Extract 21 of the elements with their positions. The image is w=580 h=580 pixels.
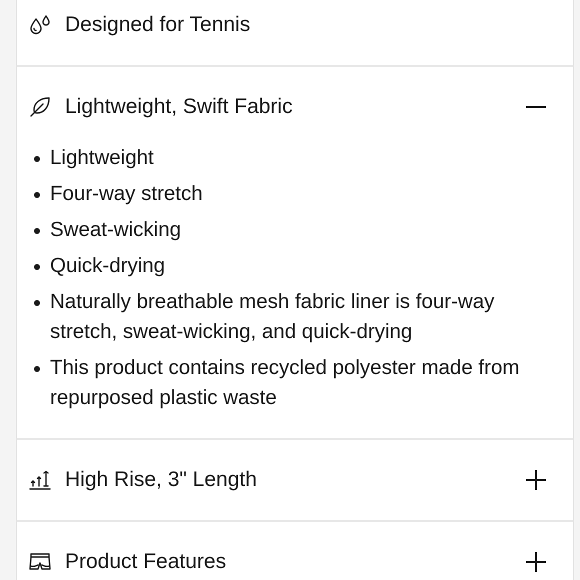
list-item: Four-way stretch: [50, 181, 203, 207]
bullet-icon: [34, 264, 40, 270]
list-item: Lightweight: [50, 145, 154, 171]
list-item: This product contains recycled polyester made from repurposed plastic waste: [50, 355, 520, 411]
rising-arrows-icon: [28, 468, 52, 492]
plus-icon[interactable]: [525, 469, 547, 491]
bullet-icon: [34, 156, 40, 162]
drops-icon: [28, 13, 52, 37]
section-title: High Rise, 3" Length: [65, 467, 258, 493]
plus-icon[interactable]: [525, 551, 547, 573]
list-item: Quick-drying: [50, 253, 166, 279]
bullet-icon: [34, 192, 40, 198]
leaf-icon: [28, 95, 52, 119]
bullet-icon: [34, 300, 40, 306]
list-item: Sweat-wicking: [50, 217, 182, 243]
bullet-icon: [34, 366, 40, 372]
section-title: Lightweight, Swift Fabric: [65, 94, 294, 120]
section-title: Designed for Tennis: [65, 12, 252, 38]
list-item: Naturally breathable mesh fabric liner is four-way stretch, sweat-wicking, and quick-drying: [50, 289, 496, 345]
bullet-icon: [34, 228, 40, 234]
section-title: Product Features: [65, 549, 228, 575]
